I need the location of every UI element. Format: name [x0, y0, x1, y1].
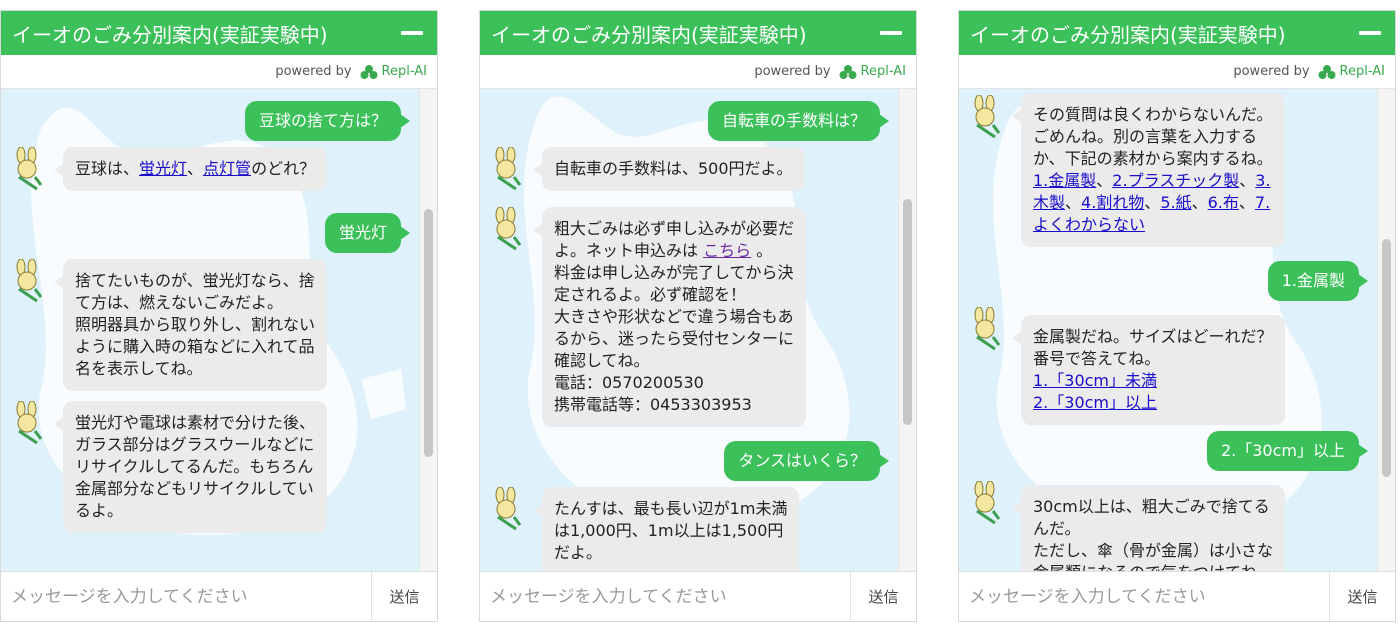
minimize-icon[interactable] [1359, 31, 1381, 35]
option-link[interactable]: 1.「30cm」未満 [1033, 371, 1157, 390]
repl-ai-logo-icon [360, 64, 378, 79]
chat-widget-3: イーオのごみ分別案内(実証実験中) powered by Repl-AI その質… [958, 10, 1396, 622]
powered-by-bar: powered by Repl-AI [959, 55, 1395, 89]
bot-message: その質問は良くわからないんだ。 ごめんね。別の言葉を入力する か、下記の素材から… [1012, 93, 1285, 247]
chat-widget-1: イーオのごみ分別案内(実証実験中) powered by Repl-AI 豆球の… [0, 10, 438, 622]
user-message: 1.金属製 [1267, 261, 1369, 301]
option-link[interactable]: 木製 [1033, 193, 1065, 212]
bot-message: 粗大ごみは必ず申し込みが必要だ よ。ネット申込みは こちら 。 料金は申し込みが… [532, 207, 807, 427]
bot-avatar-icon [974, 481, 1001, 525]
option-link[interactable]: 4.割れ物 [1081, 193, 1144, 212]
repl-ai-logo: Repl-AI [360, 64, 427, 80]
bot-avatar-icon [974, 95, 1001, 139]
chat-widget-2: イーオのごみ分別案内(実証実験中) powered by Repl-AI 自転車… [479, 10, 917, 622]
user-message: 豆球の捨て方は？ [244, 101, 411, 141]
option-link[interactable]: 蛍光灯 [139, 159, 187, 178]
widget-header: イーオのごみ分別案内(実証実験中) [480, 11, 916, 55]
bot-message: 捨てたいものが、蛍光灯なら、捨 て方は、燃えないごみだよ。 照明器具から取り外し… [53, 259, 328, 391]
option-link[interactable]: 2.「30cm」以上 [1033, 393, 1157, 412]
option-link[interactable]: 1.金属製 [1033, 171, 1096, 190]
powered-by-label: powered by [275, 64, 352, 79]
chat-log[interactable]: 自転車の手数料は？ 自転車の手数料は、500円だよ。 粗大ごみは必ず申し込みが必… [480, 89, 916, 573]
user-message: 自転車の手数料は？ [707, 101, 890, 141]
minimize-icon[interactable] [880, 31, 902, 35]
message-input[interactable] [480, 572, 850, 621]
bot-avatar-icon [16, 147, 43, 191]
widget-header: イーオのごみ分別案内(実証実験中) [959, 11, 1395, 55]
option-link[interactable]: 7. [1255, 193, 1270, 212]
widget-title: イーオのごみ分別案内(実証実験中) [970, 22, 1286, 47]
widget-title: イーオのごみ分別案内(実証実験中) [12, 22, 328, 47]
bot-message: たんすは、最も長い辺が1m未満 は1,000円、1m以上は1,500円 だよ。 [532, 487, 800, 573]
bot-avatar-icon [495, 487, 522, 531]
chat-scrollbar[interactable] [898, 89, 916, 573]
bot-message: 豆球は、蛍光灯、点灯管のどれ？ [53, 147, 328, 191]
bot-message: 蛍光灯や電球は素材で分けた後、 ガラス部分はグラスウールなどに リサイクルしてる… [53, 401, 328, 533]
application-link[interactable]: こちら [703, 241, 751, 260]
bot-message: 金属製だね。サイズはどーれだ？ 番号で答えてね。 1.「30cm」未満 2.「3… [1012, 315, 1285, 425]
repl-ai-brand: Repl-AI [1339, 64, 1385, 79]
bot-avatar-icon [495, 207, 522, 251]
message-composer: 送信 [480, 571, 916, 621]
scrollbar-thumb[interactable] [424, 209, 433, 457]
bot-avatar-icon [16, 259, 43, 303]
repl-ai-logo: Repl-AI [1318, 64, 1385, 80]
option-link[interactable]: 2.プラスチック製 [1112, 171, 1239, 190]
send-button[interactable]: 送信 [371, 572, 437, 621]
repl-ai-brand: Repl-AI [381, 64, 427, 79]
send-button[interactable]: 送信 [850, 572, 916, 621]
chat-scrollbar[interactable] [1377, 89, 1395, 573]
bot-avatar-icon [974, 307, 1001, 351]
bot-message: 自転車の手数料は、500円だよ。 [533, 147, 805, 191]
message-input[interactable] [1, 572, 371, 621]
send-button[interactable]: 送信 [1329, 572, 1395, 621]
message-composer: 送信 [1, 571, 437, 621]
bot-avatar-icon [16, 401, 43, 445]
repl-ai-logo-icon [839, 64, 857, 79]
option-link[interactable]: 6.布 [1208, 193, 1239, 212]
bot-message: 30cm以上は、粗大ごみで捨てる んだ。 ただし、傘（骨が金属）は小さな 金属類… [1011, 485, 1286, 573]
bot-avatar-icon [495, 147, 522, 191]
repl-ai-logo-icon [1318, 64, 1336, 79]
chat-log[interactable]: 豆球の捨て方は？ 豆球は、蛍光灯、点灯管のどれ？ 蛍光灯 捨てたいものが、蛍光灯… [1, 89, 437, 573]
user-message: 蛍光灯 [324, 213, 411, 253]
powered-by-label: powered by [754, 64, 831, 79]
scrollbar-thumb[interactable] [1382, 239, 1391, 477]
widget-title: イーオのごみ分別案内(実証実験中) [491, 22, 807, 47]
widget-header: イーオのごみ分別案内(実証実験中) [1, 11, 437, 55]
option-link[interactable]: 5.紙 [1160, 193, 1191, 212]
user-message: 2.「30cm」以上 [1206, 431, 1369, 471]
message-composer: 送信 [959, 571, 1395, 621]
minimize-icon[interactable] [401, 31, 423, 35]
option-link[interactable]: 3. [1255, 171, 1270, 190]
user-message: タンスはいくら？ [724, 441, 889, 481]
chat-scrollbar[interactable] [419, 89, 437, 573]
powered-by-label: powered by [1233, 64, 1310, 79]
scrollbar-thumb[interactable] [903, 199, 912, 425]
repl-ai-logo: Repl-AI [839, 64, 906, 80]
powered-by-bar: powered by Repl-AI [1, 55, 437, 89]
repl-ai-brand: Repl-AI [860, 64, 906, 79]
powered-by-bar: powered by Repl-AI [480, 55, 916, 89]
option-link[interactable]: 点灯管 [203, 159, 251, 178]
message-input[interactable] [959, 572, 1329, 621]
chat-log[interactable]: その質問は良くわからないんだ。 ごめんね。別の言葉を入力する か、下記の素材から… [959, 89, 1395, 573]
option-link[interactable]: よくわからない [1033, 215, 1145, 234]
